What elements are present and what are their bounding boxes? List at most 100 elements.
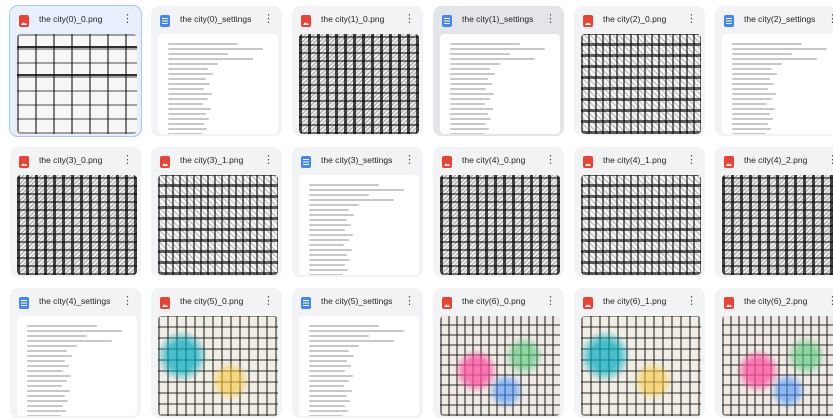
more-actions-icon[interactable]: ⋮ xyxy=(686,153,697,167)
image-file-icon xyxy=(724,156,734,168)
document-text-line xyxy=(27,325,97,327)
document-text-line xyxy=(168,98,208,100)
more-actions-icon[interactable]: ⋮ xyxy=(263,12,274,26)
document-text-line xyxy=(309,189,404,191)
image-file-icon xyxy=(583,156,593,168)
more-actions-icon[interactable]: ⋮ xyxy=(122,294,133,308)
file-name: the city(3)_settings xyxy=(321,155,393,165)
document-text-line xyxy=(732,108,775,110)
document-thumbnail xyxy=(17,316,137,416)
file-name: the city(2)_0.png xyxy=(603,14,667,24)
document-text-line xyxy=(309,254,347,256)
document-text-line xyxy=(450,98,490,100)
document-text-line xyxy=(27,340,112,342)
document-text-line xyxy=(732,53,792,55)
more-actions-icon[interactable]: ⋮ xyxy=(122,12,133,26)
file-card-header: the city(3)_1.png ⋮ xyxy=(151,147,282,175)
document-text-line xyxy=(309,244,344,246)
document-thumbnail xyxy=(299,316,419,416)
document-text-line xyxy=(168,123,204,125)
document-file-icon xyxy=(724,15,734,27)
file-card[interactable]: the city(2)_0.png ⋮ xyxy=(574,6,705,136)
file-name: the city(0)_0.png xyxy=(39,14,103,24)
more-actions-icon[interactable]: ⋮ xyxy=(263,294,274,308)
file-card-header: the city(5)_0.png ⋮ xyxy=(151,288,282,316)
file-card[interactable]: the city(3)_0.png ⋮ xyxy=(10,147,141,277)
document-text-line xyxy=(309,239,349,241)
document-text-line xyxy=(309,370,345,372)
file-card[interactable]: the city(6)_2.png ⋮ xyxy=(715,288,833,418)
document-text-line xyxy=(27,385,62,387)
document-text-line xyxy=(27,405,63,407)
image-thumbnail xyxy=(17,175,137,275)
document-text-line xyxy=(309,264,345,266)
file-card[interactable]: the city(4)_1.png ⋮ xyxy=(574,147,705,277)
document-text-line xyxy=(27,400,68,402)
more-actions-icon[interactable]: ⋮ xyxy=(545,294,556,308)
document-text-line xyxy=(732,68,772,70)
document-text-line xyxy=(27,395,65,397)
more-actions-icon[interactable]: ⋮ xyxy=(686,12,697,26)
file-card[interactable]: the city(5)_0.png ⋮ xyxy=(151,288,282,418)
file-card[interactable]: the city(0)_settings ⋮ xyxy=(151,6,282,136)
image-thumbnail xyxy=(722,316,833,416)
file-card[interactable]: the city(3)_1.png ⋮ xyxy=(151,147,282,277)
more-actions-icon[interactable]: ⋮ xyxy=(122,153,133,167)
document-text-line xyxy=(450,118,491,120)
document-text-line xyxy=(309,340,394,342)
more-actions-icon[interactable]: ⋮ xyxy=(545,153,556,167)
file-name: the city(0)_settings xyxy=(180,14,252,24)
file-card[interactable]: the city(0)_0.png ⋮ xyxy=(9,5,142,137)
more-actions-icon[interactable]: ⋮ xyxy=(545,12,556,26)
document-text-line xyxy=(309,405,345,407)
more-actions-icon[interactable]: ⋮ xyxy=(404,294,415,308)
file-card-header: the city(4)_0.png ⋮ xyxy=(433,147,564,175)
more-actions-icon[interactable]: ⋮ xyxy=(404,153,415,167)
more-actions-icon[interactable]: ⋮ xyxy=(827,12,833,26)
more-actions-icon[interactable]: ⋮ xyxy=(263,153,274,167)
document-text-line xyxy=(168,43,238,45)
document-text-line xyxy=(732,93,776,95)
file-card[interactable]: the city(4)_0.png ⋮ xyxy=(433,147,564,277)
document-text-line xyxy=(732,43,802,45)
file-card[interactable]: the city(2)_settings ⋮ xyxy=(715,6,833,136)
file-card[interactable]: the city(3)_settings ⋮ xyxy=(292,147,423,277)
document-text-line xyxy=(450,103,485,105)
more-actions-icon[interactable]: ⋮ xyxy=(827,294,833,308)
document-text-line xyxy=(309,345,359,347)
image-file-icon xyxy=(442,156,452,168)
file-card[interactable]: the city(6)_0.png ⋮ xyxy=(433,288,564,418)
image-thumbnail xyxy=(440,175,560,275)
document-text-line xyxy=(27,365,69,367)
file-name: the city(4)_0.png xyxy=(462,155,526,165)
document-text-line xyxy=(27,355,72,357)
more-actions-icon[interactable]: ⋮ xyxy=(686,294,697,308)
document-text-line xyxy=(309,214,354,216)
image-thumbnail xyxy=(158,175,278,275)
file-card[interactable]: the city(6)_1.png ⋮ xyxy=(574,288,705,418)
file-card-header: the city(6)_0.png ⋮ xyxy=(433,288,564,316)
file-card[interactable]: the city(5)_settings ⋮ xyxy=(292,288,423,418)
document-text-line xyxy=(450,133,484,134)
document-text-line xyxy=(732,128,771,130)
document-text-line xyxy=(27,350,67,352)
document-text-line xyxy=(168,93,212,95)
document-text-line xyxy=(27,415,61,416)
document-text-line xyxy=(450,128,489,130)
file-card-header: the city(1)_settings ⋮ xyxy=(433,6,564,34)
file-card[interactable]: the city(4)_2.png ⋮ xyxy=(715,147,833,277)
document-text-line xyxy=(309,199,394,201)
document-text-line xyxy=(168,108,211,110)
file-grid: the city(0)_0.png ⋮ the city(0)_settings ⋮ t… xyxy=(0,0,833,418)
file-name: the city(4)_2.png xyxy=(744,155,808,165)
file-card[interactable]: the city(1)_0.png ⋮ xyxy=(292,6,423,136)
document-text-line xyxy=(309,365,351,367)
document-text-line xyxy=(168,63,218,65)
more-actions-icon[interactable]: ⋮ xyxy=(827,153,833,167)
image-thumbnail xyxy=(17,34,137,134)
image-thumbnail xyxy=(581,175,701,275)
document-text-line xyxy=(450,48,545,50)
file-card[interactable]: the city(4)_settings ⋮ xyxy=(10,288,141,418)
file-card[interactable]: the city(1)_settings ⋮ xyxy=(433,6,564,136)
more-actions-icon[interactable]: ⋮ xyxy=(404,12,415,26)
